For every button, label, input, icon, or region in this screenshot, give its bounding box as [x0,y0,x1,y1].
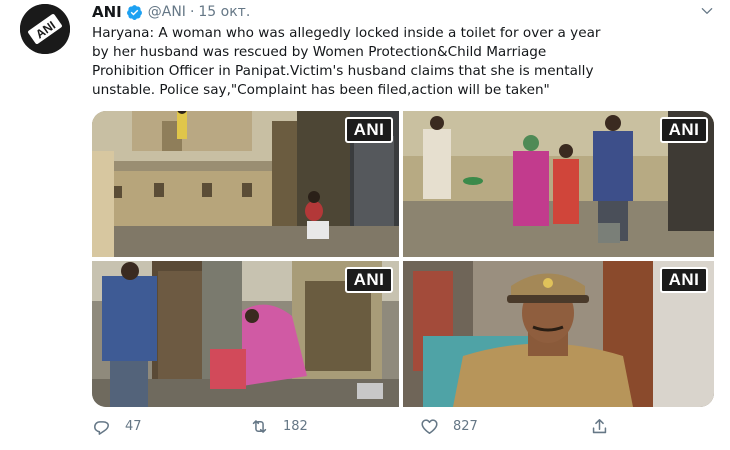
ani-watermark: ANI [345,117,393,143]
share-icon [592,418,607,433]
ani-watermark: ANI [660,117,708,143]
retweet-icon [252,419,267,433]
media-photo-1[interactable]: ANI [92,111,399,257]
retweet-count: 182 [283,418,308,434]
tweet[interactable]: ANI ANI @ANI · 15 окт. Haryana: A woman … [0,0,730,450]
media-photo-4[interactable]: ANI [403,261,714,407]
tweet-text-line: Prohibition Officer in Panipat.Victim's … [92,63,594,79]
tweet-text-line: by her husband was rescued by Women Prot… [92,44,547,60]
media-photo-3[interactable]: ANI [92,261,399,407]
author-handle[interactable]: @ANI [148,4,186,20]
media-photo-2[interactable]: ANI [403,111,714,257]
like-button[interactable]: 827 [420,414,478,438]
heart-icon [421,418,438,434]
author-name[interactable]: ANI [92,3,122,21]
tweet-text: Haryana: A woman who was allegedly locke… [92,24,704,100]
tweet-text-line: Haryana: A woman who was allegedly locke… [92,25,601,41]
separator-dot: · [189,4,195,20]
tweet-text-line: unstable. Police say,"Complaint has been… [92,82,550,98]
tweet-date[interactable]: 15 окт. [198,4,250,20]
retweet-button[interactable]: 182 [250,414,308,438]
verified-badge-icon [126,4,142,20]
share-button[interactable] [590,414,623,438]
avatar[interactable]: ANI [20,4,70,54]
like-count: 827 [453,418,478,434]
ani-logo-icon: ANI [20,4,70,54]
chevron-down-icon[interactable] [700,4,714,18]
ani-watermark: ANI [660,267,708,293]
reply-icon [94,420,109,435]
ani-watermark: ANI [345,267,393,293]
tweet-header: ANI @ANI · 15 окт. [92,2,250,22]
tweet-actions: 47 182 827 [92,414,632,438]
reply-count: 47 [125,418,142,434]
media-grid: ANI ANI ANI ANI [92,111,714,407]
reply-button[interactable]: 47 [92,414,142,438]
